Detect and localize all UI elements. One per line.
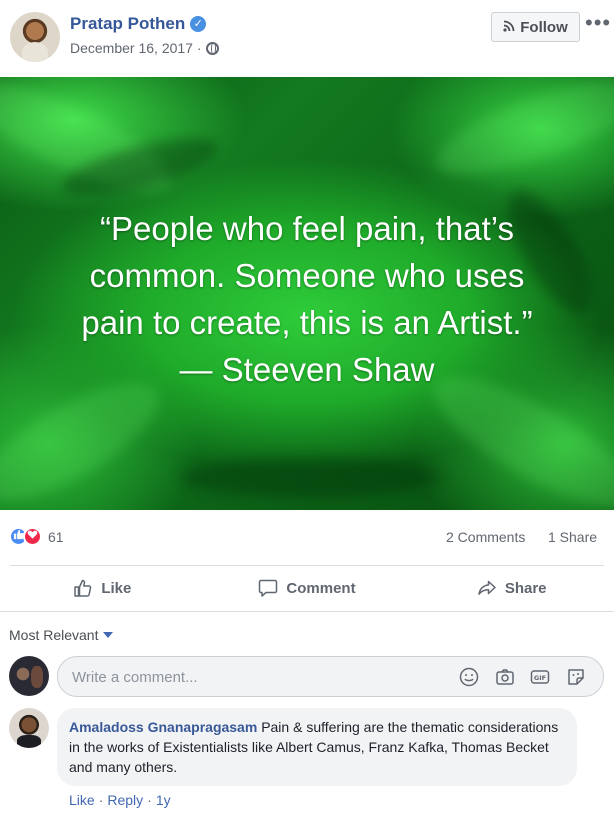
follow-button[interactable]: Follow xyxy=(491,12,580,42)
post-image[interactable]: “People who feel pain, that’s common. So… xyxy=(0,77,614,510)
caret-down-icon xyxy=(103,632,114,638)
quote-text: “People who feel pain, that’s common. So… xyxy=(0,205,614,393)
comment-input[interactable] xyxy=(72,666,442,688)
camera-icon[interactable] xyxy=(495,667,515,687)
author-avatar[interactable] xyxy=(10,12,60,62)
meta-separator: · xyxy=(147,792,152,808)
comment-sort-label: Most Relevant xyxy=(9,627,99,643)
sticker-icon[interactable] xyxy=(566,667,586,687)
quote-line-3: pain to create, this is an Artist.” xyxy=(81,304,533,341)
post-header: Pratap Pothen ✓ December 16, 2017 · Foll… xyxy=(0,0,614,77)
comment-button[interactable]: Comment xyxy=(205,566,410,610)
author-name[interactable]: Pratap Pothen ✓ xyxy=(70,14,207,34)
comment-reply-link[interactable]: Reply xyxy=(107,792,143,808)
love-reaction-icon xyxy=(23,527,42,546)
comment-bubble: Amaladoss Gnanapragasam Pain & suffering… xyxy=(57,708,577,786)
post-actions: Like Comment Share xyxy=(0,566,614,610)
like-button[interactable]: Like xyxy=(0,566,205,610)
reactions-summary[interactable]: 61 xyxy=(9,527,64,546)
verified-badge-icon: ✓ xyxy=(190,16,207,32)
comments-count[interactable]: 2 Comments xyxy=(446,529,525,545)
quote-attribution: — Steeven Shaw xyxy=(179,351,435,388)
quote-line-1: “People who feel pain, that’s xyxy=(100,210,514,247)
commenter-name[interactable]: Amaladoss Gnanapragasam xyxy=(69,719,257,735)
comment-composer[interactable]: GIF xyxy=(57,656,604,697)
follow-label: Follow xyxy=(520,18,568,36)
gif-icon[interactable]: GIF xyxy=(530,667,550,687)
share-button[interactable]: Share xyxy=(409,566,614,610)
reaction-count[interactable]: 61 xyxy=(48,529,64,545)
quote-line-2: common. Someone who uses xyxy=(89,257,525,294)
like-label: Like xyxy=(101,579,132,597)
comment-actions: Like · Reply · 1y xyxy=(69,792,171,808)
share-arrow-icon xyxy=(477,578,497,598)
rss-icon xyxy=(503,20,515,35)
fabric-highlight xyxy=(426,77,614,193)
current-user-avatar[interactable] xyxy=(9,656,49,696)
post-date: December 16, 2017 · xyxy=(70,40,219,56)
share-label: Share xyxy=(504,579,547,597)
comment-age[interactable]: 1y xyxy=(156,792,171,808)
comment-bubble-icon xyxy=(258,578,278,598)
svg-text:GIF: GIF xyxy=(534,674,546,682)
comment-like-link[interactable]: Like xyxy=(69,792,95,808)
comment-label: Comment xyxy=(286,579,356,597)
shares-count[interactable]: 1 Share xyxy=(548,529,597,545)
actions-divider xyxy=(0,611,614,612)
fabric-shadow xyxy=(180,457,440,497)
author-name-text[interactable]: Pratap Pothen xyxy=(70,14,185,34)
post-date-text[interactable]: December 16, 2017 · xyxy=(70,40,202,56)
meta-separator: · xyxy=(98,792,104,808)
more-options-icon[interactable]: ••• xyxy=(585,10,611,36)
thumbs-up-icon xyxy=(73,578,93,598)
commenter-avatar[interactable] xyxy=(9,708,49,748)
post-stats: 61 2 Comments 1 Share xyxy=(0,522,614,552)
emoji-icon[interactable] xyxy=(459,667,479,687)
globe-icon xyxy=(205,41,219,55)
comment-sort-dropdown[interactable]: Most Relevant xyxy=(9,627,114,643)
